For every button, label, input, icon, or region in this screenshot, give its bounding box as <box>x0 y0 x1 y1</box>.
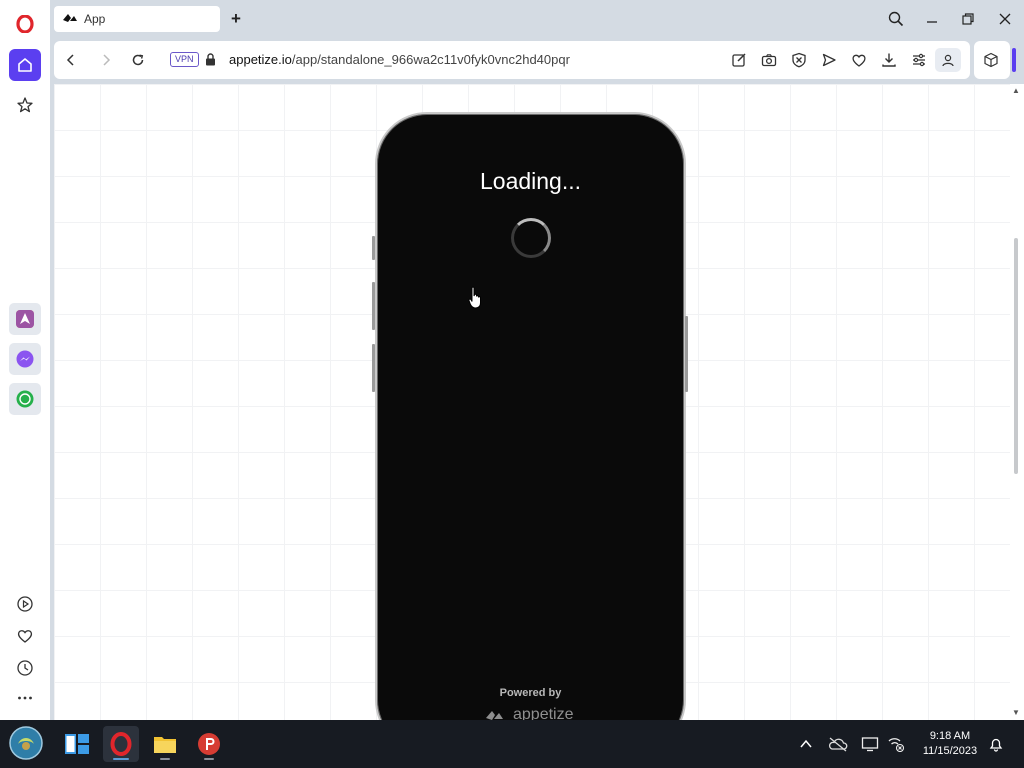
tab-strip: App + <box>50 0 1024 38</box>
scroll-down-arrow-icon[interactable]: ▼ <box>1012 708 1020 717</box>
taskbar: 9:18 AM 11/15/2023 <box>0 720 1024 768</box>
whatsapp-icon[interactable] <box>9 383 41 415</box>
clock-date: 11/15/2023 <box>922 745 978 757</box>
appetize-logo[interactable]: appetize <box>485 706 574 720</box>
send-icon[interactable] <box>820 51 838 69</box>
restore-icon[interactable] <box>958 9 978 29</box>
reload-icon[interactable] <box>129 51 147 69</box>
url-host: appetize.io <box>229 52 292 67</box>
lock-icon[interactable] <box>205 53 216 71</box>
display-icon[interactable] <box>860 734 880 754</box>
start-orb-icon <box>9 726 43 760</box>
close-window-icon[interactable] <box>995 9 1015 29</box>
tab-app[interactable]: App <box>54 6 220 32</box>
taskbar-psiphon[interactable] <box>191 726 227 762</box>
aria-icon[interactable] <box>9 303 41 335</box>
appetize-brand-text: appetize <box>513 706 574 720</box>
running-indicator <box>160 758 170 760</box>
bookmark-heart-icon[interactable] <box>850 51 868 69</box>
new-tab-button[interactable]: + <box>226 9 246 29</box>
appetize-tab-icon <box>62 12 78 27</box>
folder-icon <box>154 737 176 753</box>
url-path: /app/standalone_966wa2c11v0fyk0vnc2hd40p… <box>291 52 570 67</box>
speed-dial-star-icon[interactable] <box>9 89 41 121</box>
opera-taskbar-icon <box>110 732 132 756</box>
home-icon[interactable] <box>9 49 41 81</box>
taskbar-file-explorer[interactable] <box>147 726 183 762</box>
phone-power-button <box>685 316 688 392</box>
network-disconnected-icon[interactable] <box>886 734 906 754</box>
appetize-logo-icon <box>486 711 503 720</box>
scrollbar-thumb[interactable] <box>1014 238 1018 474</box>
opera-logo-icon[interactable] <box>9 8 41 40</box>
ad-block-shield-icon[interactable] <box>790 51 808 69</box>
opera-sidebar <box>0 0 50 720</box>
download-icon[interactable] <box>880 51 898 69</box>
camera-icon[interactable] <box>760 51 778 69</box>
page-scrollbar[interactable]: ▲ ▼ <box>1010 84 1024 720</box>
forward-icon[interactable] <box>97 51 115 69</box>
player-icon[interactable] <box>9 588 41 620</box>
system-clock[interactable]: 9:18 AM 11/15/2023 <box>916 729 984 759</box>
active-indicator <box>113 758 129 760</box>
extensions-button[interactable] <box>974 41 1010 79</box>
hand-cursor-icon <box>468 286 484 315</box>
sidebar-indicator <box>1012 48 1016 72</box>
scroll-up-arrow-icon[interactable]: ▲ <box>1012 86 1020 95</box>
powered-by-label: Powered by <box>499 687 562 699</box>
search-tabs-icon[interactable] <box>886 9 906 29</box>
edit-snapshot-icon[interactable] <box>730 51 748 69</box>
profile-icon[interactable] <box>935 48 961 72</box>
minimize-icon[interactable] <box>922 9 942 29</box>
extensions-cube-icon <box>983 52 999 73</box>
task-view-button[interactable] <box>59 726 95 762</box>
page-viewport: Loading... Powered by appetize ▲ ▼ <box>54 84 1024 720</box>
loading-text: Loading... <box>479 168 582 194</box>
phone-mute-switch <box>372 236 375 260</box>
start-button[interactable] <box>8 725 44 761</box>
running-indicator <box>204 758 214 760</box>
history-clock-icon[interactable] <box>9 652 41 684</box>
onedrive-offline-icon[interactable] <box>828 734 848 754</box>
more-dots-icon[interactable] <box>9 682 41 714</box>
notifications-bell-icon[interactable] <box>986 734 1006 754</box>
clock-time: 9:18 AM <box>929 730 971 742</box>
phone-volume-down <box>372 344 375 392</box>
url-field[interactable]: appetize.io/app/standalone_966wa2c11v0fy… <box>229 52 570 67</box>
device-frame[interactable]: Loading... Powered by appetize <box>375 112 686 720</box>
vpn-badge[interactable]: VPN <box>170 52 199 67</box>
taskbar-opera[interactable] <box>103 726 139 762</box>
loading-spinner <box>511 218 551 258</box>
easy-setup-icon[interactable] <box>910 51 928 69</box>
tab-title: App <box>84 12 106 26</box>
heart-icon[interactable] <box>9 620 41 652</box>
back-icon[interactable] <box>62 51 80 69</box>
psiphon-icon <box>198 733 220 755</box>
messenger-icon[interactable] <box>9 343 41 375</box>
task-view-icon <box>65 734 89 754</box>
address-bar: VPN appetize.io/app/standalone_966wa2c11… <box>54 41 970 79</box>
chevron-up-icon[interactable] <box>796 734 816 754</box>
phone-volume-up <box>372 282 375 330</box>
